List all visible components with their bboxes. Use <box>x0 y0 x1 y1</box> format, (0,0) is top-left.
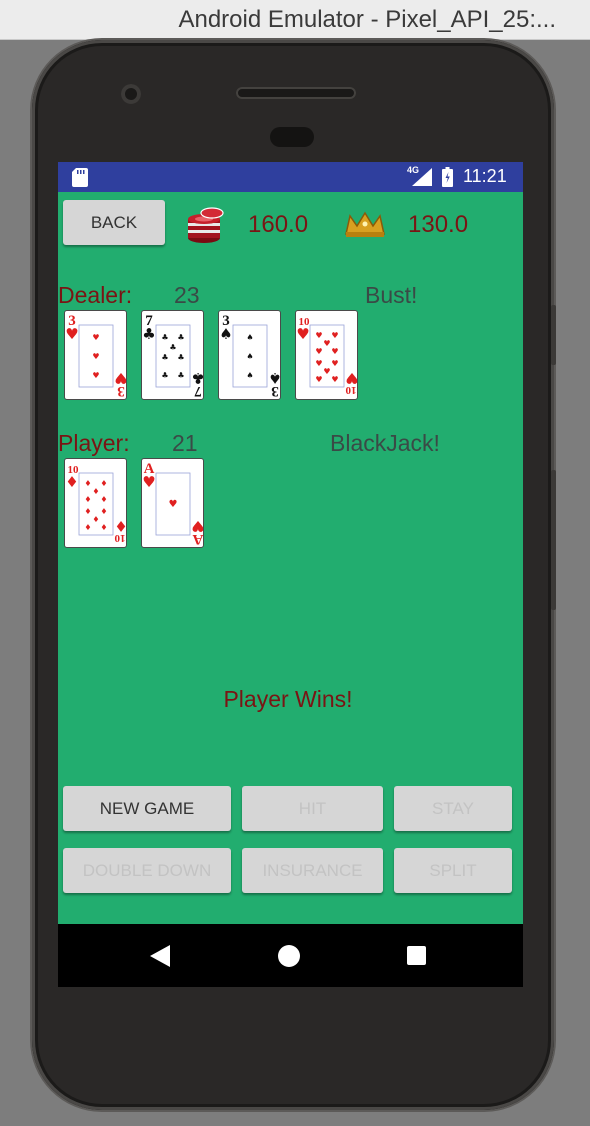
card-suit: ♥ <box>191 517 204 535</box>
card-pip: ♥ <box>92 352 99 361</box>
signal-icon <box>412 168 432 186</box>
status-bar: 4G 11:21 <box>58 162 523 192</box>
dealer-label: Dealer: <box>58 282 133 308</box>
poker-chips-icon <box>188 207 224 243</box>
card-suit: ♥ <box>114 369 127 387</box>
navigation-bar <box>58 924 523 987</box>
card-pip: ♦ <box>84 523 91 532</box>
card-pip: ♥ <box>315 359 322 368</box>
card-suit: ♥ <box>65 325 78 343</box>
winnings-amount: 130.0 <box>408 211 469 238</box>
dealer-card-1: 3 ♥ 3 ♥ ♥ ♥ ♥ <box>64 310 127 400</box>
front-camera <box>121 84 141 104</box>
card-suit: ♠ <box>219 325 232 343</box>
card-pip: ♣ <box>161 333 168 342</box>
crown-icon <box>345 211 385 237</box>
sd-card-icon <box>72 168 88 187</box>
card-pip: ♣ <box>161 371 168 380</box>
card-pip: ♥ <box>323 367 330 376</box>
status-clock: 11:21 <box>463 166 507 186</box>
volume-button[interactable] <box>551 470 556 610</box>
card-pip: ♥ <box>92 333 99 342</box>
card-pip: ♥ <box>315 347 322 356</box>
card-pip: ♥ <box>323 339 330 348</box>
player-label: Player: <box>58 430 130 456</box>
nav-recents-icon[interactable] <box>407 946 426 965</box>
new-game-button[interactable]: NEW GAME <box>63 786 231 831</box>
stay-button[interactable]: STAY <box>394 786 512 831</box>
card-suit: ♥ <box>296 325 309 343</box>
card-pip: ♥ <box>331 359 338 368</box>
card-pip: ♣ <box>177 353 184 362</box>
card-pip: ♦ <box>100 479 107 488</box>
card-pip: ♦ <box>84 479 91 488</box>
card-pip: ♠ <box>246 333 253 342</box>
double-down-button[interactable]: DOUBLE DOWN <box>63 848 231 893</box>
split-button[interactable]: SPLIT <box>394 848 512 893</box>
proximity-sensor <box>270 127 314 147</box>
player-card-2: A ♥ A ♥ ♥ <box>141 458 204 548</box>
emulator-title-bar: Android Emulator - Pixel_API_25:... <box>0 0 590 40</box>
card-pip: ♦ <box>100 507 107 516</box>
card-pip: ♦ <box>84 495 91 504</box>
card-pip: ♥ <box>315 375 322 384</box>
dealer-status: Bust! <box>365 282 418 308</box>
card-suit: ♦ <box>65 473 78 491</box>
card-pip: ♦ <box>92 515 99 524</box>
card-pip: ♠ <box>246 352 253 361</box>
player-card-1: 10 ♦ 10 ♦ ♦ ♦ ♦ ♦ ♦ ♦ ♦ ♦ ♦ ♦ <box>64 458 127 548</box>
power-button[interactable] <box>551 305 556 365</box>
back-button[interactable]: BACK <box>63 200 165 245</box>
card-pip: ♣ <box>177 371 184 380</box>
player-status: BlackJack! <box>330 430 440 456</box>
card-pip: ♥ <box>92 371 99 380</box>
card-suit: ♥ <box>345 369 358 387</box>
nav-home-icon[interactable] <box>278 945 300 967</box>
card-pip: ♠ <box>246 371 253 380</box>
card-suit: ♠ <box>268 369 281 387</box>
player-score: 21 <box>172 430 198 456</box>
card-suit: ♣ <box>191 369 204 387</box>
chips-amount: 160.0 <box>248 211 309 238</box>
card-pip: ♣ <box>161 353 168 362</box>
window-title: Android Emulator - Pixel_API_25:... <box>178 6 556 33</box>
card-pip: ♦ <box>92 487 99 496</box>
card-suit: ♦ <box>114 517 127 535</box>
dealer-card-3: 3 ♠ 3 ♠ ♠ ♠ ♠ <box>218 310 281 400</box>
card-pip: ♥ <box>331 375 338 384</box>
device-screen: 4G 11:21 BACK 160.0 130.0 Dealer: 23 Bus… <box>58 162 523 987</box>
earpiece-speaker <box>236 87 356 99</box>
card-pip: ♦ <box>84 507 91 516</box>
battery-icon <box>442 167 453 187</box>
hit-button[interactable]: HIT <box>242 786 383 831</box>
card-pip: ♥ <box>331 347 338 356</box>
card-suit: ♥ <box>142 473 155 491</box>
nav-back-icon[interactable] <box>150 945 170 967</box>
card-pip: ♦ <box>100 495 107 504</box>
card-pip: ♥ <box>315 331 322 340</box>
dealer-score: 23 <box>174 282 200 308</box>
dealer-card-4: 10 ♥ 10 ♥ ♥ ♥ ♥ ♥ ♥ ♥ ♥ ♥ ♥ ♥ <box>295 310 358 400</box>
card-pip: ♣ <box>177 333 184 342</box>
card-pip: ♥ <box>169 499 178 510</box>
card-suit: ♣ <box>142 325 155 343</box>
card-pip: ♦ <box>100 523 107 532</box>
dealer-card-2: 7 ♣ 7 ♣ ♣ ♣ ♣ ♣ ♣ ♣ ♣ <box>141 310 204 400</box>
game-result: Player Wins! <box>223 686 353 712</box>
card-pip: ♥ <box>331 331 338 340</box>
card-pip: ♣ <box>169 343 176 352</box>
insurance-button[interactable]: INSURANCE <box>242 848 383 893</box>
